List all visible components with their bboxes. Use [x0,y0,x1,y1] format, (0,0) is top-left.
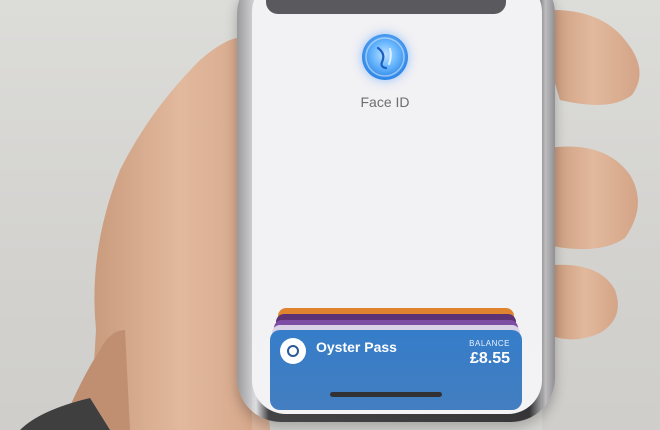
face-id-icon [362,34,408,80]
wallet-card-stack[interactable]: Oyster Pass BALANCE £8.55 [270,308,522,414]
photo-scene: Face ID Oyster Pass BALANCE £8.55 [0,0,660,430]
home-indicator[interactable] [330,392,442,397]
balance-value: £8.55 [469,350,510,367]
oyster-logo-icon [280,338,306,364]
top-notification-bar [266,0,506,14]
card-name: Oyster Pass [316,339,397,355]
oyster-pass-card[interactable]: Oyster Pass BALANCE £8.55 [270,330,522,410]
face-id-label: Face ID [360,94,410,110]
balance-label: BALANCE [469,339,510,348]
face-id-glyph-icon [365,37,405,77]
phone-screen: Face ID Oyster Pass BALANCE £8.55 [252,0,542,414]
